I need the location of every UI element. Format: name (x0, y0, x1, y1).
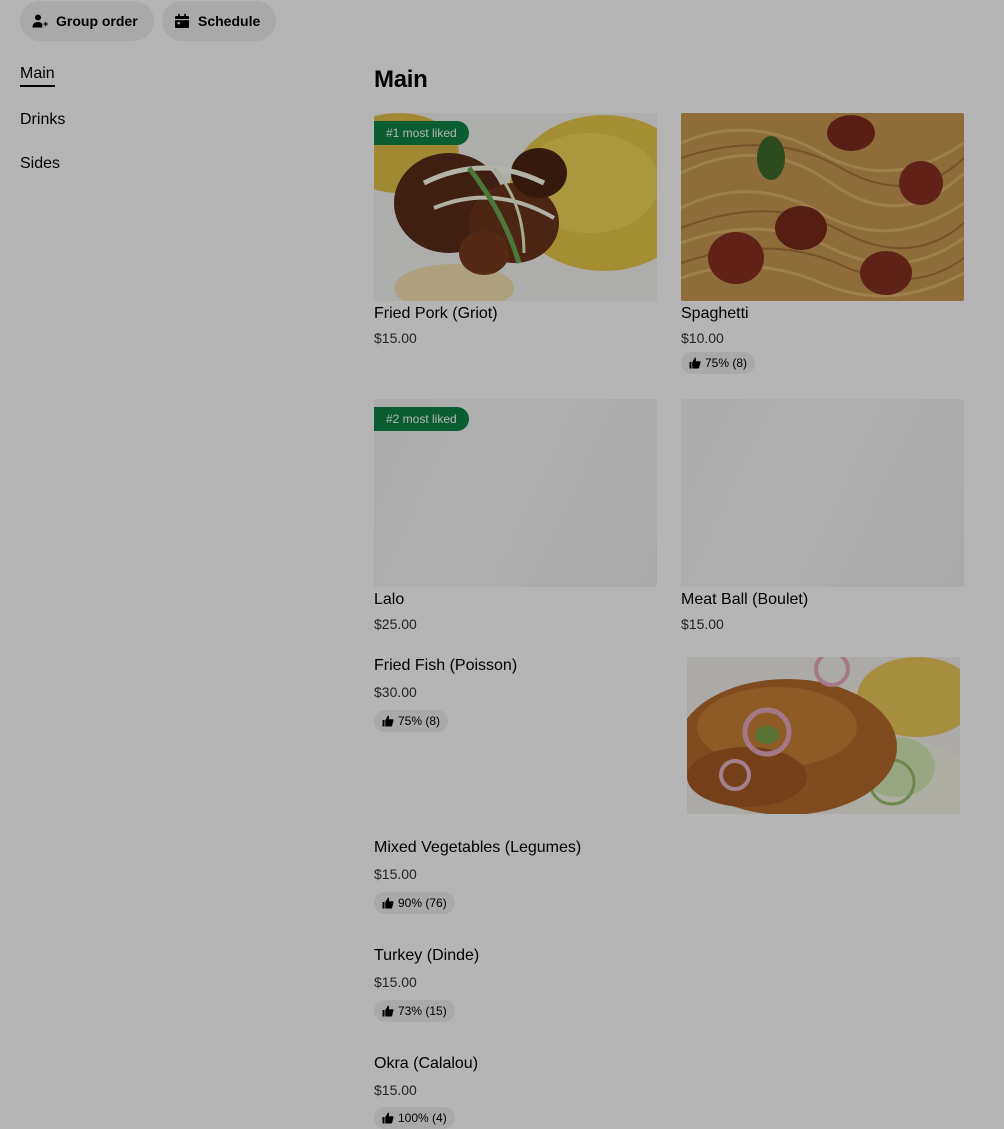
most-liked-badge: #1 most liked (374, 121, 469, 145)
schedule-button[interactable]: Schedule (162, 1, 277, 41)
rating-text: 90% (76) (398, 896, 447, 910)
menu-item-price: $30.00 (374, 684, 417, 700)
most-liked-badge: #2 most liked (374, 407, 469, 431)
section-title: Main (374, 66, 428, 93)
menu-item-name[interactable]: Meat Ball (Boulet) (681, 591, 808, 609)
menu-item-price: $10.00 (681, 330, 724, 346)
group-order-label: Group order (56, 13, 138, 29)
menu-item-price: $15.00 (374, 330, 417, 346)
rating-text: 73% (15) (398, 1004, 447, 1018)
menu-item-name[interactable]: Fried Pork (Griot) (374, 305, 498, 323)
thumbs-up-icon (382, 1005, 394, 1017)
rating-text: 75% (8) (398, 714, 441, 728)
rating-badge: 100% (4) (374, 1107, 455, 1129)
menu-item-price: $15.00 (374, 1082, 417, 1098)
menu-item-price: $15.00 (681, 616, 724, 632)
schedule-label: Schedule (198, 13, 261, 29)
menu-item-name[interactable]: Turkey (Dinde) (374, 947, 479, 965)
spaghetti-photo (681, 113, 964, 301)
thumbs-up-icon (382, 715, 394, 727)
add-person-icon (32, 14, 48, 28)
group-order-button[interactable]: Group order (20, 1, 154, 41)
thumbs-up-icon (382, 1112, 394, 1124)
menu-item-name[interactable]: Lalo (374, 591, 404, 609)
menu-item-name[interactable]: Spaghetti (681, 305, 749, 323)
menu-item-image[interactable]: #2 most liked (374, 399, 657, 587)
rating-text: 75% (8) (705, 356, 748, 370)
menu-item-price: $25.00 (374, 616, 417, 632)
menu-item-image[interactable] (687, 657, 960, 814)
thumbs-up-icon (382, 897, 394, 909)
sidebar-item-main[interactable]: Main (20, 65, 55, 87)
calendar-icon (175, 13, 189, 28)
rating-badge: 75% (8) (681, 352, 756, 374)
sidebar-item-sides[interactable]: Sides (20, 155, 60, 173)
rating-badge: 90% (76) (374, 892, 455, 914)
menu-item-image[interactable] (681, 399, 964, 587)
menu-item-name[interactable]: Mixed Vegetables (Legumes) (374, 839, 581, 857)
menu-item-price: $15.00 (374, 866, 417, 882)
menu-item-image[interactable] (681, 113, 964, 301)
sidebar-item-drinks[interactable]: Drinks (20, 111, 65, 129)
fried-fish-photo (687, 657, 960, 814)
menu-item-name[interactable]: Okra (Calalou) (374, 1055, 478, 1073)
thumbs-up-icon (689, 357, 701, 369)
menu-item-name[interactable]: Fried Fish (Poisson) (374, 657, 517, 675)
menu-item-price: $15.00 (374, 974, 417, 990)
rating-text: 100% (4) (398, 1111, 447, 1125)
rating-badge: 73% (15) (374, 1000, 455, 1022)
rating-badge: 75% (8) (374, 710, 449, 732)
menu-item-image[interactable]: #1 most liked (374, 113, 657, 301)
